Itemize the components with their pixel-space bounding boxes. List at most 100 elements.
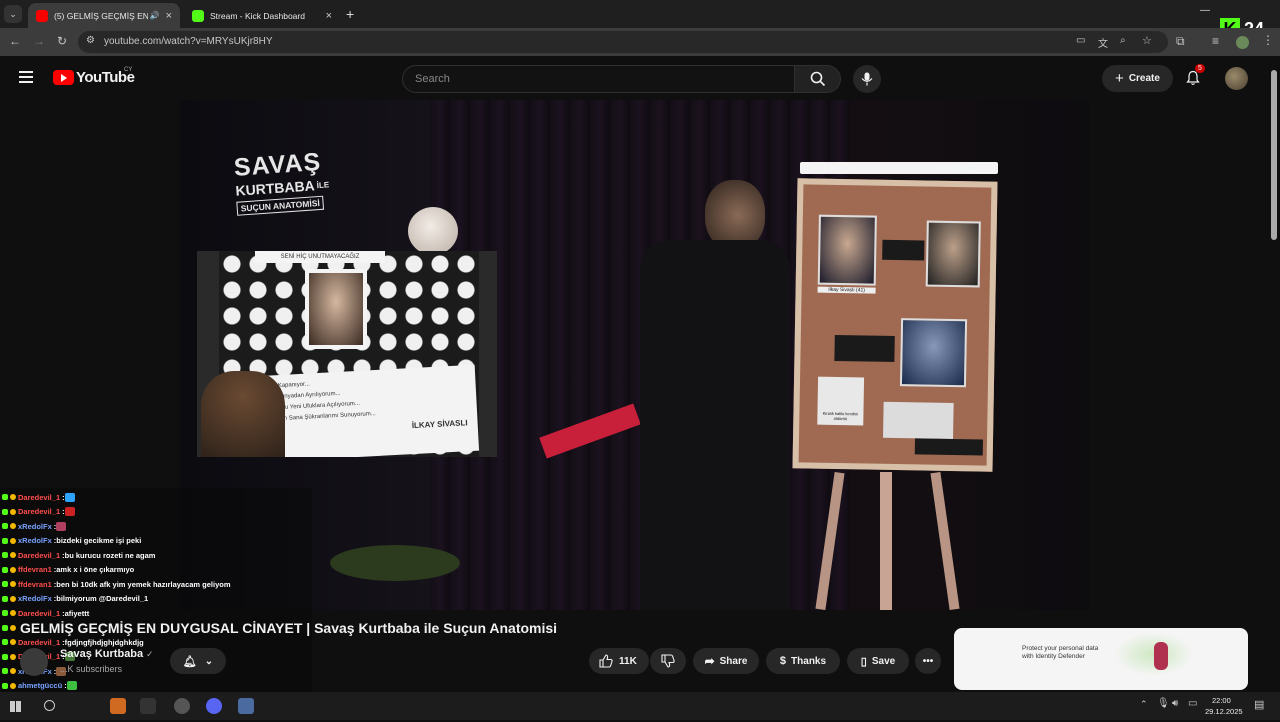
thanks-button[interactable]: $ Thanks [766, 648, 840, 674]
extensions-icon[interactable]: ⧉ [1176, 34, 1185, 49]
bookmark-star-icon[interactable]: ☆ [1142, 34, 1152, 47]
chat-badge-icon [10, 624, 16, 631]
channel-avatar[interactable] [20, 648, 48, 676]
subscriber-count: ...K subscribers [60, 664, 123, 674]
youtube-logo[interactable]: YouTube [53, 69, 135, 86]
chat-message: xRedolFx: bilmiyorum @Daredevil_1 [2, 592, 148, 606]
clock-time[interactable]: 22:00 [1212, 696, 1231, 705]
install-icon[interactable]: ▭ [1076, 35, 1085, 46]
back-arrow-icon[interactable]: ← [9, 34, 21, 48]
chevron-down-icon: ⌄ [9, 8, 17, 19]
thumbs-down-icon [661, 654, 675, 668]
speaker-icon: 🔊 [149, 11, 160, 20]
chat-username[interactable]: ffdevran1 [18, 580, 52, 589]
tab-youtube[interactable]: (5) GELMİŞ GEÇMİŞ EN DU 🔊 × [28, 3, 180, 28]
clock-date[interactable]: 29.12.2025 [1205, 707, 1243, 716]
minimize-window-button[interactable]: — [1200, 5, 1210, 16]
notification-center-icon[interactable]: ▤ [1254, 698, 1264, 711]
board-label-newspaper: Kiralık katile kendini öldürttü [822, 410, 859, 422]
taskbar-app-icon[interactable] [140, 698, 156, 714]
board-lamp [800, 162, 998, 174]
chat-badge-icon [2, 523, 8, 529]
page-scrollbar[interactable] [1271, 70, 1277, 240]
chat-username[interactable]: Daredevil_1 [18, 551, 60, 560]
address-bar[interactable]: ⚙ youtube.com/watch?v=MRYsUKjr8HY ▭ 文 ⌕ … [78, 31, 1168, 53]
save-button[interactable]: ▯ Save [847, 648, 909, 674]
tab-search-button[interactable]: ⌄ [4, 5, 22, 23]
chat-badge-icon [10, 537, 16, 544]
account-avatar[interactable] [1225, 67, 1248, 90]
voice-search-button[interactable] [853, 65, 881, 93]
share-button[interactable]: ➦ Share [693, 648, 759, 674]
chat-badge-icon [2, 537, 8, 544]
taskbar-app-icon[interactable] [110, 698, 126, 714]
ad-card[interactable]: Protect your personal data with Identity… [954, 628, 1248, 690]
memorial-caption-top: SENİ HİÇ UNUTMAYACAĞIZ [280, 254, 360, 260]
thumbs-up-icon [599, 654, 613, 668]
presenter-body [640, 240, 790, 610]
notifications-button[interactable]: 5 [1185, 64, 1205, 88]
hamburger-menu-icon[interactable] [19, 71, 33, 83]
new-tab-button[interactable]: + [346, 6, 354, 22]
like-button[interactable]: 11K [589, 648, 649, 674]
ad-text-line2: with Identity Defender [1022, 653, 1085, 660]
close-tab-icon[interactable]: × [326, 10, 332, 22]
chat-badge-icon [10, 494, 16, 500]
translate-icon[interactable]: 文 [1098, 35, 1108, 50]
chat-username[interactable]: Daredevil_1 [18, 609, 60, 618]
chat-message-text: bilmiyorum @Daredevil_1 [56, 594, 149, 603]
site-info-icon[interactable]: ⚙ [86, 35, 95, 46]
ad-illustration-figure [1154, 642, 1168, 670]
chat-username[interactable]: xRedolFx [18, 522, 52, 531]
share-icon: ➦ [704, 654, 715, 668]
chat-message-text: afiyettt [64, 608, 90, 618]
chat-badge-icon [10, 508, 16, 515]
chat-username[interactable]: ffdevran1 [18, 565, 52, 574]
close-tab-icon[interactable]: × [166, 10, 172, 22]
channel-name[interactable]: Savaş Kurtbaba [60, 648, 143, 660]
taskbar-app-icon[interactable] [206, 698, 222, 714]
subscribe-bell-button[interactable]: 🔔︎ ⌄ [170, 648, 226, 674]
browser-menu-icon[interactable]: ⋮ [1262, 33, 1274, 47]
video-player[interactable]: SAVAŞ KURTBABA İLE SUÇUN ANATOMİSİ SENİ … [180, 100, 1089, 610]
reload-icon[interactable]: ↻ [57, 34, 67, 48]
memorial-portrait [305, 269, 367, 349]
microphone-tray-icon[interactable]: 🎙︎ [1157, 698, 1170, 709]
presenter-figure [620, 180, 800, 610]
chat-username[interactable]: xRedolFx [18, 594, 52, 603]
reading-list-icon[interactable]: ≡ [1212, 34, 1219, 48]
search-button[interactable] [795, 65, 841, 93]
chat-badge-icon [2, 624, 8, 631]
search-input[interactable]: Search [402, 65, 795, 93]
show-logo: SAVAŞ KURTBABA İLE SUÇUN ANATOMİSİ [233, 146, 347, 217]
more-actions-button[interactable]: ••• [915, 648, 941, 674]
chat-badge-icon [10, 523, 16, 529]
forward-arrow-icon[interactable]: → [33, 34, 45, 48]
taskbar-app-icon[interactable] [238, 698, 254, 714]
tray-chevron-up-icon[interactable]: ⌃ [1140, 699, 1148, 710]
chat-username[interactable]: Daredevil_1 [18, 638, 60, 647]
network-icon[interactable]: ▭ [1188, 698, 1197, 709]
taskbar-search-icon[interactable] [44, 700, 55, 711]
youtube-header: YouTube CY Search + Create 5 [0, 56, 1280, 100]
volume-icon[interactable]: 🔊︎ [1172, 698, 1178, 709]
tab-kick-dashboard[interactable]: Stream - Kick Dashboard × [184, 3, 340, 28]
chat-username[interactable]: ahmetgüccü [18, 681, 62, 690]
taskbar-app-icon[interactable] [174, 698, 190, 714]
bell-icon: 🔔︎ [182, 655, 197, 668]
chat-badge-icon [2, 581, 8, 587]
tab-title: (5) GELMİŞ GEÇMİŞ EN DU [54, 10, 148, 21]
chat-badge-icon [10, 566, 16, 573]
create-button[interactable]: + Create [1102, 65, 1173, 92]
dislike-button[interactable] [650, 648, 686, 674]
zoom-icon[interactable]: ⌕ [1120, 35, 1126, 46]
profile-avatar[interactable] [1236, 36, 1249, 49]
chat-username[interactable]: Daredevil_1 [18, 493, 60, 502]
start-icon[interactable] [10, 701, 21, 712]
child-silhouette [201, 371, 285, 457]
chat-username[interactable]: xRedolFx [18, 536, 52, 545]
chat-username[interactable]: Daredevil_1 [18, 507, 60, 516]
board-note [834, 334, 895, 362]
search-icon [810, 71, 826, 87]
chat-message [2, 621, 20, 635]
